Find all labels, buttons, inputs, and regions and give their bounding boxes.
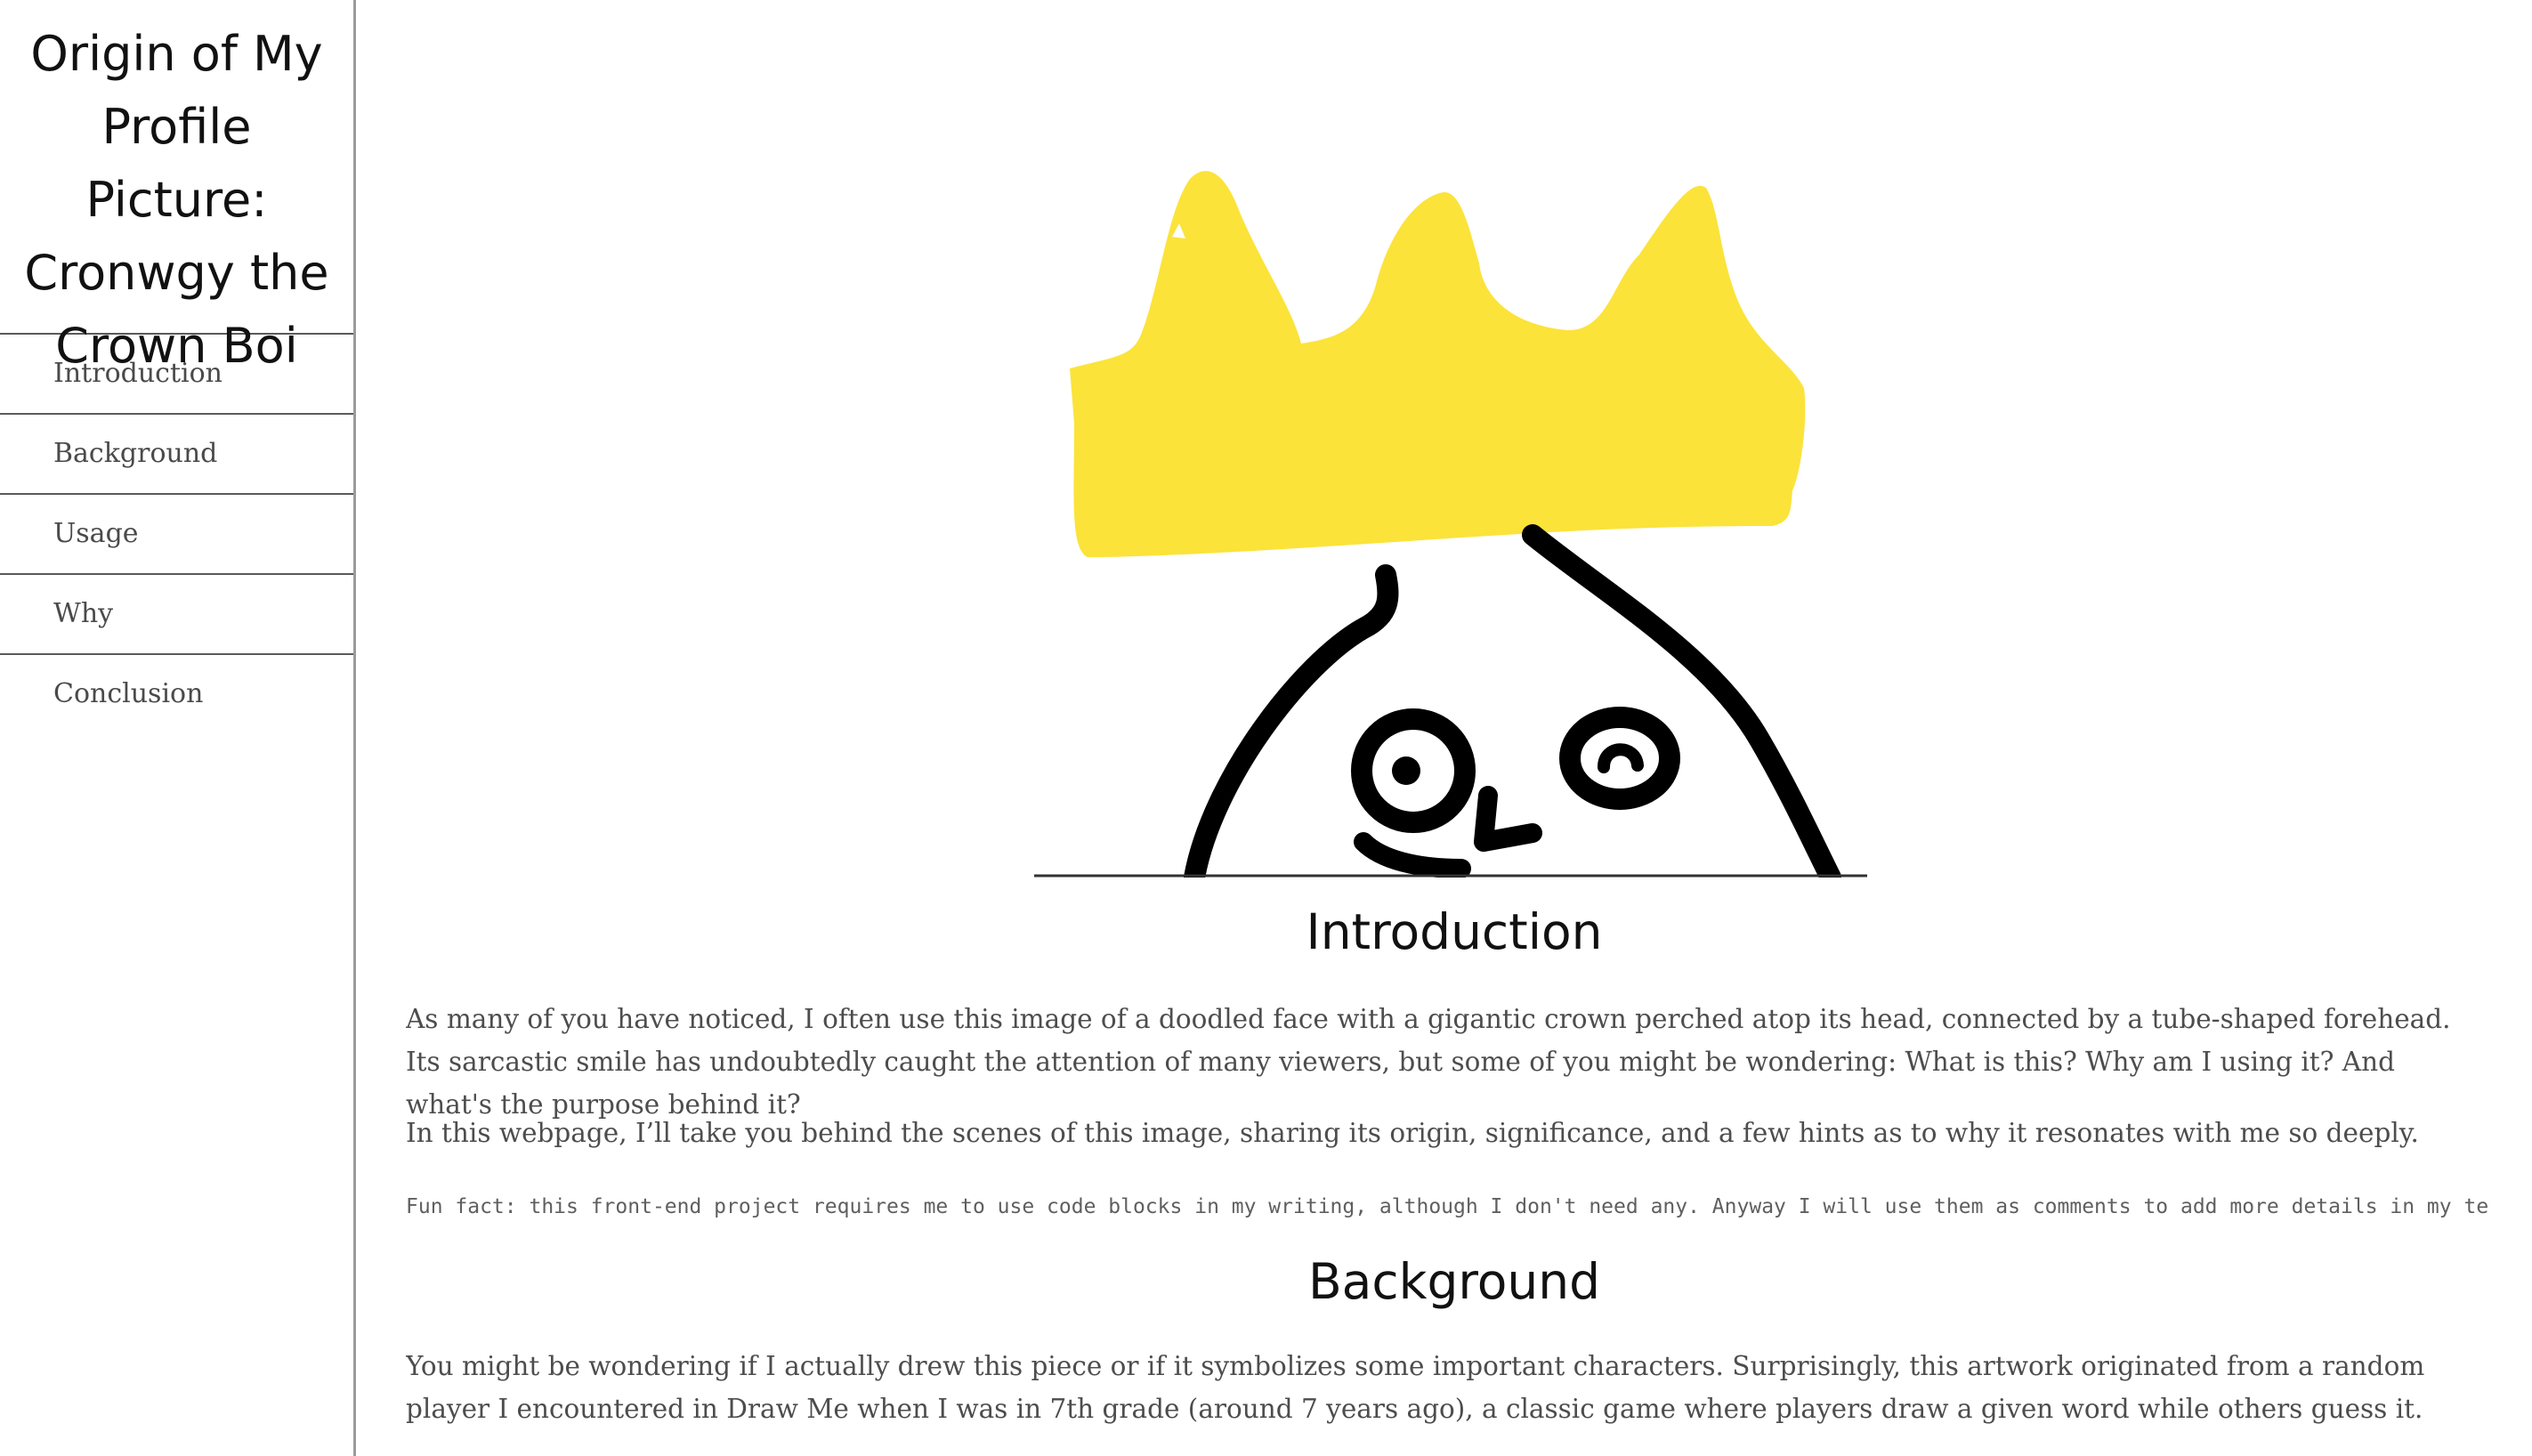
head-left-stroke (1184, 564, 1399, 878)
navbar: Origin of My Profile Picture: Cronwgy th… (0, 0, 356, 1456)
nav-item: Background (0, 415, 353, 495)
head-right-stroke (1522, 524, 1841, 878)
nav-list: Introduction Background Usage Why Conclu… (0, 335, 353, 733)
nav-item: Usage (0, 495, 353, 575)
nav-link-background[interactable]: Background (0, 415, 353, 495)
introduction-paragraph-2: In this webpage, I’ll take you behind th… (406, 1118, 2419, 1148)
code-note: Fun fact: this front-end project require… (406, 1195, 2488, 1218)
nav-link-why[interactable]: Why (0, 575, 353, 655)
nav-link-introduction[interactable]: Introduction (0, 335, 353, 415)
nav-link-usage[interactable]: Usage (0, 495, 353, 575)
crown-boi-drawing (1034, 171, 1867, 878)
section-heading-introduction: Introduction (1306, 903, 1603, 960)
main-doc: Introduction As many of you have noticed… (406, 0, 2488, 1456)
nose-stroke (1474, 786, 1542, 852)
nav-item: Introduction (0, 335, 353, 415)
right-eye (1559, 707, 1680, 810)
nav-title: Origin of My Profile Picture: Cronwgy th… (0, 0, 353, 374)
background-paragraph-1: You might be wondering if I actually dre… (406, 1351, 2425, 1424)
crown-boi-image (1034, 157, 1867, 878)
nav-link-conclusion[interactable]: Conclusion (0, 655, 353, 733)
smile-stroke (1354, 832, 1471, 878)
section-heading-background: Background (1307, 1253, 1601, 1310)
nav-item: Why (0, 575, 353, 655)
introduction-paragraph-1: As many of you have noticed, I often use… (406, 1004, 2451, 1120)
nav-item: Conclusion (0, 655, 353, 733)
